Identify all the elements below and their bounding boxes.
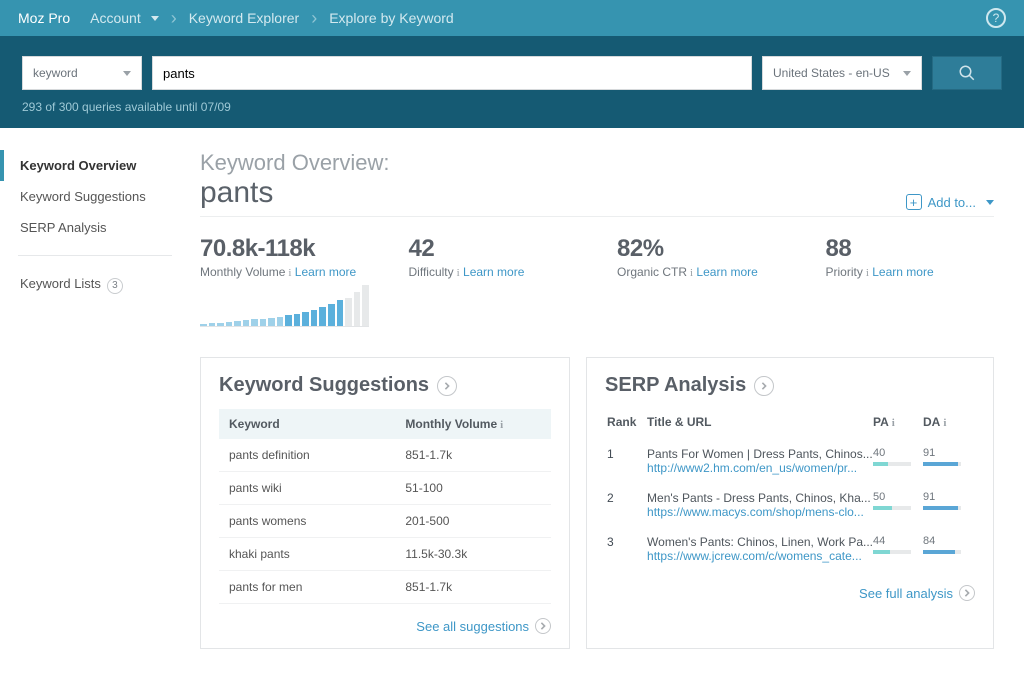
- metric-priority: 88 Priorityi Learn more: [826, 235, 995, 327]
- learn-more-link[interactable]: Learn more: [696, 265, 757, 279]
- info-icon[interactable]: i: [500, 419, 503, 431]
- info-icon[interactable]: i: [866, 267, 869, 279]
- suggestion-row[interactable]: pants womens201-500: [219, 505, 551, 538]
- metric-ctr: 82% Organic CTRi Learn more: [617, 235, 786, 327]
- info-icon[interactable]: i: [943, 417, 946, 429]
- panel-suggestions: Keyword Suggestions Keyword Monthly Volu…: [200, 357, 570, 649]
- chevron-right-icon: [535, 618, 551, 634]
- serp-row[interactable]: 2 Men's Pants - Dress Pants, Chinos, Kha…: [605, 483, 975, 527]
- volume-sparkline: [200, 285, 369, 327]
- panel-serp-title: SERP Analysis: [605, 374, 975, 397]
- lists-count-badge: 3: [107, 278, 123, 294]
- search-type-select[interactable]: keyword: [22, 56, 142, 90]
- metrics-row: 70.8k-118k Monthly Volumei Learn more 42…: [200, 235, 994, 327]
- ctr-bars: [617, 293, 786, 319]
- brand[interactable]: Moz Pro: [18, 10, 70, 26]
- chevron-right-icon: ›: [171, 8, 177, 29]
- info-icon[interactable]: i: [457, 267, 460, 279]
- metric-difficulty: 42 Difficultyi Learn more: [409, 235, 578, 327]
- top-nav: Moz Pro Account › Keyword Explorer › Exp…: [0, 0, 1024, 36]
- caret-down-icon: [986, 200, 994, 205]
- add-to-button[interactable]: + Add to...: [906, 194, 994, 210]
- keyword-input[interactable]: [152, 56, 752, 90]
- overview-title: Keyword Overview:: [200, 150, 994, 176]
- sidebar-item-serp[interactable]: SERP Analysis: [0, 212, 190, 243]
- priority-bars: [826, 293, 995, 319]
- serp-row[interactable]: 1 Pants For Women | Dress Pants, Chinos.…: [605, 439, 975, 483]
- help-icon[interactable]: ?: [986, 8, 1006, 28]
- chevron-right-icon: [959, 585, 975, 601]
- breadcrumb-explore[interactable]: Explore by Keyword: [329, 10, 454, 26]
- learn-more-link[interactable]: Learn more: [872, 265, 933, 279]
- suggestions-header: Keyword Monthly Volumei: [219, 409, 551, 439]
- plus-icon: +: [906, 194, 922, 210]
- search-button[interactable]: [932, 56, 1002, 90]
- info-icon[interactable]: i: [690, 267, 693, 279]
- search-icon: [958, 64, 976, 82]
- account-menu[interactable]: Account: [90, 10, 159, 26]
- serp-header: Rank Title & URL PAi DAi: [605, 409, 975, 439]
- locale-select[interactable]: United States - en-US: [762, 56, 922, 90]
- sidebar-item-suggestions[interactable]: Keyword Suggestions: [0, 181, 190, 212]
- chevron-right-icon: ›: [311, 8, 317, 29]
- learn-more-link[interactable]: Learn more: [463, 265, 524, 279]
- serp-row[interactable]: 3 Women's Pants: Chinos, Linen, Work Pa.…: [605, 527, 975, 571]
- suggestion-row[interactable]: pants for men851-1.7k: [219, 571, 551, 604]
- panel-serp: SERP Analysis Rank Title & URL PAi DAi 1…: [586, 357, 994, 649]
- expand-icon[interactable]: [754, 376, 774, 396]
- caret-down-icon: [151, 16, 159, 21]
- suggestion-row[interactable]: khaki pants11.5k-30.3k: [219, 538, 551, 571]
- expand-icon[interactable]: [437, 376, 457, 396]
- metric-volume: 70.8k-118k Monthly Volumei Learn more: [200, 235, 369, 327]
- difficulty-bars: [409, 293, 578, 319]
- sidebar-item-overview[interactable]: Keyword Overview: [0, 150, 190, 181]
- caret-down-icon: [903, 71, 911, 76]
- see-full-analysis-link[interactable]: See full analysis: [859, 585, 975, 601]
- info-icon[interactable]: i: [892, 417, 895, 429]
- info-icon[interactable]: i: [288, 267, 291, 279]
- caret-down-icon: [123, 71, 131, 76]
- overview-keyword: pants: [200, 176, 273, 210]
- panel-suggestions-title: Keyword Suggestions: [219, 374, 551, 397]
- suggestion-row[interactable]: pants wiki51-100: [219, 472, 551, 505]
- sidebar: Keyword Overview Keyword Suggestions SER…: [0, 128, 190, 679]
- search-band: keyword United States - en-US 293 of 300…: [0, 36, 1024, 128]
- content: Keyword Overview: pants + Add to... 70.8…: [190, 128, 1024, 679]
- suggestion-row[interactable]: pants definition851-1.7k: [219, 439, 551, 472]
- see-all-suggestions-link[interactable]: See all suggestions: [416, 618, 551, 634]
- sidebar-item-lists[interactable]: Keyword Lists3: [0, 268, 190, 302]
- learn-more-link[interactable]: Learn more: [295, 265, 356, 279]
- breadcrumb-keyword-explorer[interactable]: Keyword Explorer: [189, 10, 300, 26]
- quota-text: 293 of 300 queries available until 07/09: [22, 100, 1002, 114]
